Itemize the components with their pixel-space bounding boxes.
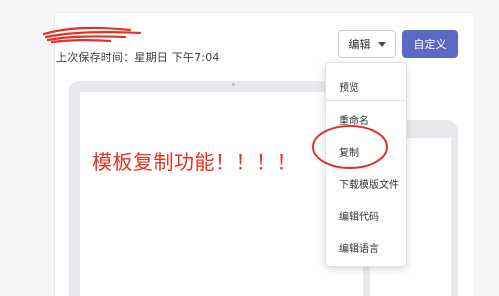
menu-item-download-theme-file[interactable]: 下载模版文件: [339, 176, 399, 191]
edit-dropdown-button[interactable]: 编辑: [338, 30, 396, 58]
caret-down-icon: [377, 41, 386, 47]
edit-button-label: 编辑: [348, 38, 371, 51]
annotation-text: 模板复制功能！！！！: [92, 150, 297, 174]
menu-divider: [326, 100, 406, 101]
menu-item-edit-code[interactable]: 编辑代码: [339, 208, 379, 223]
menu-item-preview[interactable]: 预览: [339, 79, 359, 94]
menu-item-edit-languages[interactable]: 编辑语言: [339, 240, 379, 255]
last-saved-text: 上次保存时间：星期日 下午7:04: [56, 51, 220, 64]
desktop-camera-dot: [232, 83, 235, 86]
redaction-scribble: [42, 26, 142, 44]
customize-button[interactable]: 自定义: [402, 30, 458, 58]
highlight-circle-annotation: [312, 125, 388, 169]
page: 上次保存时间：星期日 下午7:04 编辑 自定义 模板复制功能！！！！ 预览 重…: [0, 0, 499, 296]
